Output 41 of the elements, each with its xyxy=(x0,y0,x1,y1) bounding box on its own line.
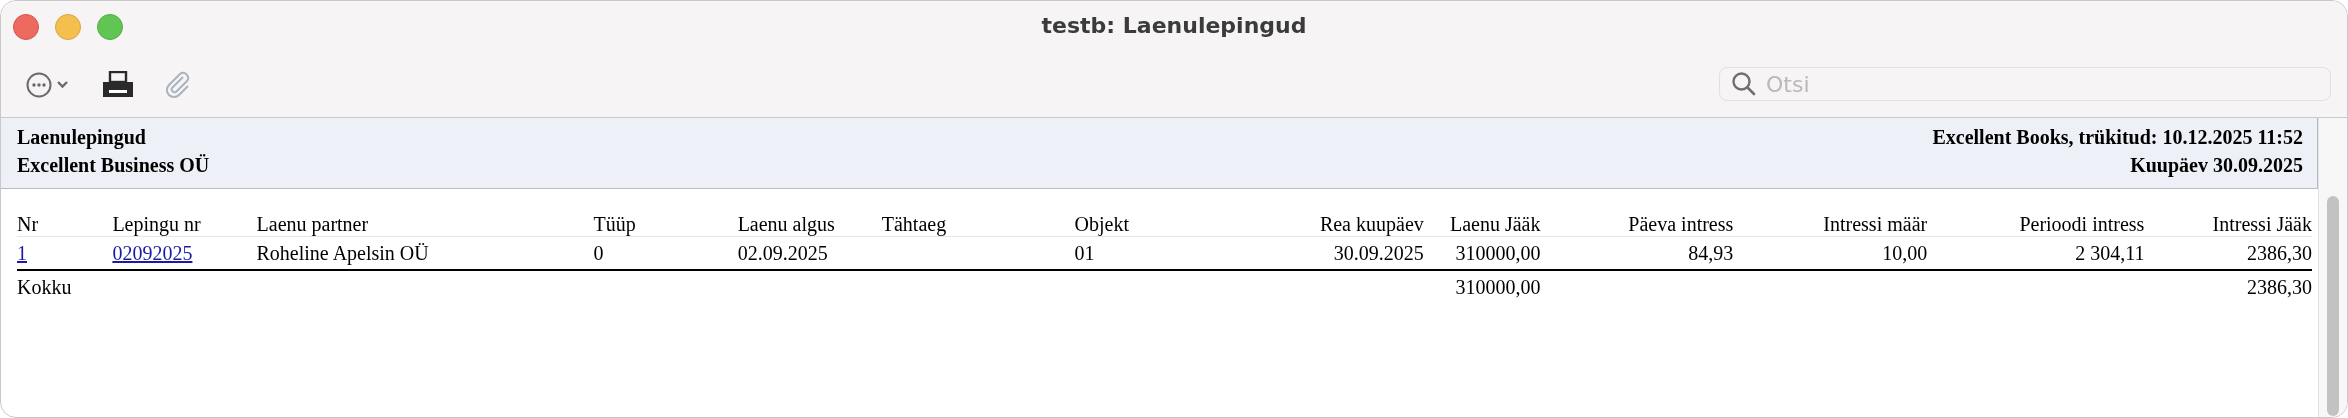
total-cell: 310000,00 xyxy=(1423,270,1541,303)
scrollbar-thumb[interactable] xyxy=(2327,196,2339,416)
total-cell: 2386,30 xyxy=(2144,270,2312,303)
column-header: Intressi määr xyxy=(1733,204,1928,237)
total-label: Kokku xyxy=(17,270,113,303)
table-cell: 84,93 xyxy=(1540,236,1734,270)
search-icon xyxy=(1731,71,1757,97)
report-title: Laenulepingud xyxy=(17,125,147,151)
table-cell: 01 xyxy=(1074,236,1311,270)
column-header: Tüüp xyxy=(593,204,738,237)
column-header: Lepingu nr xyxy=(112,204,257,237)
table-cell: 2386,30 xyxy=(2144,236,2312,270)
column-header: Objekt xyxy=(1074,204,1311,237)
column-header: Rea kuupäev xyxy=(1310,204,1424,237)
column-header: Laenu Jääk xyxy=(1423,204,1541,237)
table-cell: 310000,00 xyxy=(1423,236,1541,270)
table-cell: 10,00 xyxy=(1733,236,1928,270)
minimize-button[interactable] xyxy=(55,14,81,40)
table-link[interactable]: 02092025 xyxy=(112,241,193,264)
table-cell: Roheline Apelsin OÜ xyxy=(256,236,594,270)
table-cell: 02.09.2025 xyxy=(737,236,882,270)
table-link[interactable]: 1 xyxy=(17,241,27,264)
scrollbar[interactable] xyxy=(2318,118,2347,417)
close-button[interactable] xyxy=(13,14,39,40)
search-field[interactable]: Otsi xyxy=(1719,67,2331,101)
column-header: Tähtaeg xyxy=(881,204,1075,237)
report-title: Excellent Business OÜ xyxy=(17,153,210,178)
table-cell: 0 xyxy=(593,236,738,270)
column-header: Päeva intress xyxy=(1540,204,1734,237)
table-cell: 2 304,11 xyxy=(1927,236,2145,270)
report-info: Kuupäev 30.09.2025 xyxy=(2130,153,2303,179)
printer-icon[interactable] xyxy=(102,71,134,99)
column-header: Laenu algus xyxy=(737,204,882,237)
column-header: Nr xyxy=(17,204,113,237)
report-info: Excellent Books, trükitud: 10.12.2025 11:52 xyxy=(1932,125,2303,150)
column-header: Perioodi intress xyxy=(1927,204,2145,237)
column-header: Laenu partner xyxy=(256,204,594,237)
table-cell: 30.09.2025 xyxy=(1310,236,1424,270)
window-title: testb: Laenulepingud xyxy=(1040,13,1308,38)
column-header: Intressi Jääk xyxy=(2144,204,2312,237)
zoom-button[interactable] xyxy=(97,14,123,40)
